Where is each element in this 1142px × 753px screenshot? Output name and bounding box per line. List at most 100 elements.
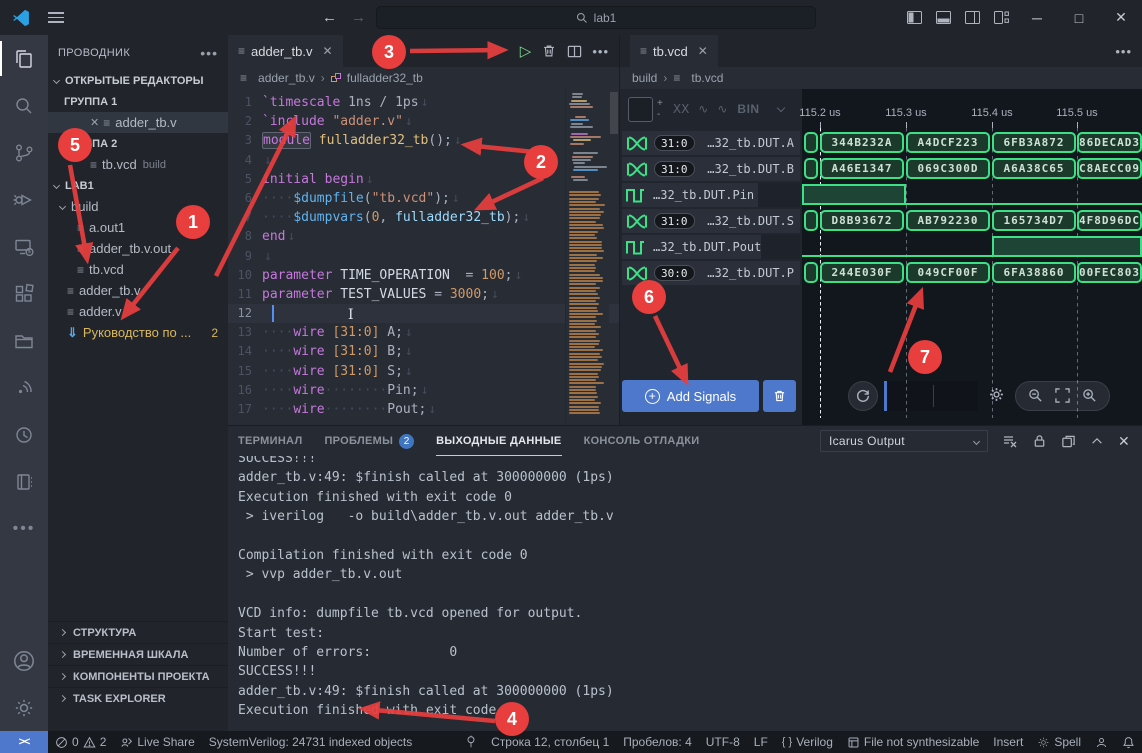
tab-debug-console[interactable]: КОНСОЛЬ ОТЛАДКИ: [584, 426, 700, 456]
synthesis-status[interactable]: File not synthesizable: [840, 731, 986, 753]
tree-item--1[interactable]: ГРУППА 1: [48, 91, 228, 112]
command-center-search[interactable]: lab1: [376, 6, 816, 29]
run-icon[interactable]: ▷: [520, 42, 532, 60]
editor-scrollbar[interactable]: [610, 92, 618, 134]
section-task-explorer[interactable]: TASK EXPLORER: [48, 687, 228, 709]
refresh-icon[interactable]: [848, 381, 878, 411]
layout-panel-icon[interactable]: [936, 11, 951, 24]
zoom-in-small[interactable]: +: [657, 98, 663, 109]
signal-row-32_tb.DUT.P[interactable]: 30:0…32_tb.DUT.P: [622, 261, 800, 285]
tree-item--...[interactable]: ⇓Руководство по ...2: [48, 322, 228, 343]
language-mode[interactable]: { } Verilog: [775, 731, 840, 753]
layout-secondary-sidebar-icon[interactable]: [965, 11, 980, 24]
add-signals-button[interactable]: + Add Signals: [622, 380, 759, 412]
signal-row-32_tb.DUT.Pin[interactable]: …32_tb.DUT.Pin: [622, 183, 800, 207]
forward-arrow-icon[interactable]: →: [351, 9, 366, 26]
split-panel-icon[interactable]: [1061, 434, 1076, 449]
close-panel-icon[interactable]: ✕: [1118, 433, 1130, 450]
tab-close-icon[interactable]: ✕: [322, 44, 332, 58]
live-share-status[interactable]: Live Share: [113, 731, 201, 753]
explorer-icon[interactable]: [0, 35, 48, 82]
input-mode-status[interactable]: Insert: [986, 731, 1030, 753]
layout-sidebar-icon[interactable]: [907, 11, 922, 24]
signal-row-32_tb.DUT.S[interactable]: 31:0…32_tb.DUT.S: [622, 209, 800, 233]
radix-select[interactable]: BIN: [737, 102, 759, 116]
tree-item-adder.v[interactable]: ≡adder.v: [48, 301, 228, 322]
tree-item--2[interactable]: ГРУППА 2: [48, 133, 228, 154]
close-icon[interactable]: ✕: [90, 116, 99, 129]
more-actions-icon[interactable]: •••: [0, 505, 48, 552]
menu-icon[interactable]: [48, 12, 64, 23]
language-indexing-status[interactable]: SystemVerilog: 24731 indexed objects: [202, 731, 419, 753]
tree-item-tb.vcd[interactable]: ≡tb.vcdbuild: [48, 154, 228, 175]
tab-adder-tb-v[interactable]: ≡ adder_tb.v ✕: [228, 35, 343, 67]
project-folder-icon[interactable]: [0, 317, 48, 364]
tab-close-icon[interactable]: ✕: [698, 44, 708, 58]
notifications-bell-icon[interactable]: [1115, 731, 1142, 753]
sidebar-more-icon[interactable]: •••: [200, 45, 218, 61]
feedback-icon[interactable]: [1088, 731, 1115, 753]
tree-item-tb.vcd[interactable]: ≡tb.vcd: [48, 259, 228, 280]
gear-icon[interactable]: [988, 386, 1005, 406]
source-control-icon[interactable]: [0, 129, 48, 176]
more-icon[interactable]: •••: [1115, 44, 1132, 59]
tab-terminal[interactable]: ТЕРМИНАЛ: [238, 426, 302, 456]
remote-explorer-icon[interactable]: [0, 223, 48, 270]
extensions-icon[interactable]: [0, 270, 48, 317]
output-channel-select[interactable]: Icarus Output: [820, 430, 988, 452]
eol-status[interactable]: LF: [747, 731, 775, 753]
problems-status[interactable]: 0 2: [48, 731, 113, 753]
remote-indicator[interactable]: ><: [0, 731, 48, 753]
signal-row-32_tb.DUT.A[interactable]: 31:0…32_tb.DUT.A: [622, 131, 800, 155]
tree-item-a.out1[interactable]: ≡a.out1: [48, 217, 228, 238]
account-icon[interactable]: [0, 637, 48, 684]
clear-output-icon[interactable]: [1002, 433, 1018, 449]
remove-signals-button[interactable]: [763, 380, 796, 412]
tree-item-adder_tb.v[interactable]: ✕≡adder_tb.v: [48, 112, 228, 133]
bus-format-icon[interactable]: ꓫꓫ: [673, 102, 689, 116]
layout-customize-icon[interactable]: [994, 11, 1009, 24]
back-arrow-icon[interactable]: ←: [322, 9, 337, 26]
settings-gear-icon[interactable]: [0, 684, 48, 731]
indentation-status[interactable]: Пробелов: 4: [616, 731, 699, 753]
section-временная-шкала[interactable]: ВРЕМЕННАЯ ШКАЛА: [48, 643, 228, 665]
minimize-button[interactable]: ─: [1016, 0, 1058, 35]
zoom-out-small[interactable]: -: [657, 109, 663, 120]
encoding-status[interactable]: UTF-8: [699, 731, 747, 753]
close-button[interactable]: ✕: [1100, 0, 1142, 35]
antenna-signal-icon[interactable]: [0, 364, 48, 411]
signal-select-box[interactable]: [628, 97, 653, 122]
search-sidebar-icon[interactable]: [0, 82, 48, 129]
zoom-fit-icon[interactable]: [1055, 388, 1070, 403]
chevron-down-icon[interactable]: [776, 103, 784, 111]
zoom-out-icon[interactable]: [1028, 388, 1043, 403]
tree-item-lab1[interactable]: LAB1: [48, 175, 228, 196]
notebook-icon[interactable]: [0, 458, 48, 505]
section-структура[interactable]: СТРУКТУРА: [48, 621, 228, 643]
trash-icon[interactable]: [541, 43, 557, 59]
signal-row-32_tb.DUT.B[interactable]: 31:0…32_tb.DUT.B: [622, 157, 800, 181]
code-editor[interactable]: 1`timescale 1ns / 1ps↓2`include "adder.v…: [228, 89, 619, 425]
breadcrumb[interactable]: build › ≡ tb.vcd: [620, 67, 1142, 89]
split-editor-icon[interactable]: [567, 44, 582, 59]
tree-item--[interactable]: ОТКРЫТЫЕ РЕДАКТОРЫ: [48, 70, 228, 91]
more-icon[interactable]: •••: [592, 44, 609, 59]
tree-item-adder_tb.v[interactable]: ≡adder_tb.v: [48, 280, 228, 301]
tree-item-build[interactable]: build: [48, 196, 228, 217]
section-компоненты-проекта[interactable]: КОМПОНЕНТЫ ПРОЕКТА: [48, 665, 228, 687]
signal-row-32_tb.DUT.Pout[interactable]: …32_tb.DUT.Pout: [622, 235, 800, 259]
analog-wave-icon[interactable]: ∿: [717, 102, 727, 116]
time-input[interactable]: [884, 381, 978, 411]
breadcrumb[interactable]: ≡ adder_tb.v › fulladder32_tb: [228, 67, 619, 89]
tab-output[interactable]: ВЫХОДНЫЕ ДАННЫЕ: [436, 426, 561, 456]
analog-wave-icon[interactable]: ∿: [698, 102, 708, 116]
tab-problems[interactable]: ПРОБЛЕМЫ2: [324, 426, 414, 456]
chevron-up-icon[interactable]: [1090, 434, 1104, 448]
tree-item-adder_tb.v.out[interactable]: ≡adder_tb.v.out: [48, 238, 228, 259]
run-debug-icon[interactable]: [0, 176, 48, 223]
lock-icon[interactable]: [1032, 433, 1047, 449]
cursor-position[interactable]: Строка 12, столбец 1: [484, 731, 616, 753]
zoom-in-icon[interactable]: [1082, 388, 1097, 403]
minimap[interactable]: [565, 89, 609, 425]
tab-tb-vcd[interactable]: ≡ tb.vcd ✕: [630, 35, 718, 67]
